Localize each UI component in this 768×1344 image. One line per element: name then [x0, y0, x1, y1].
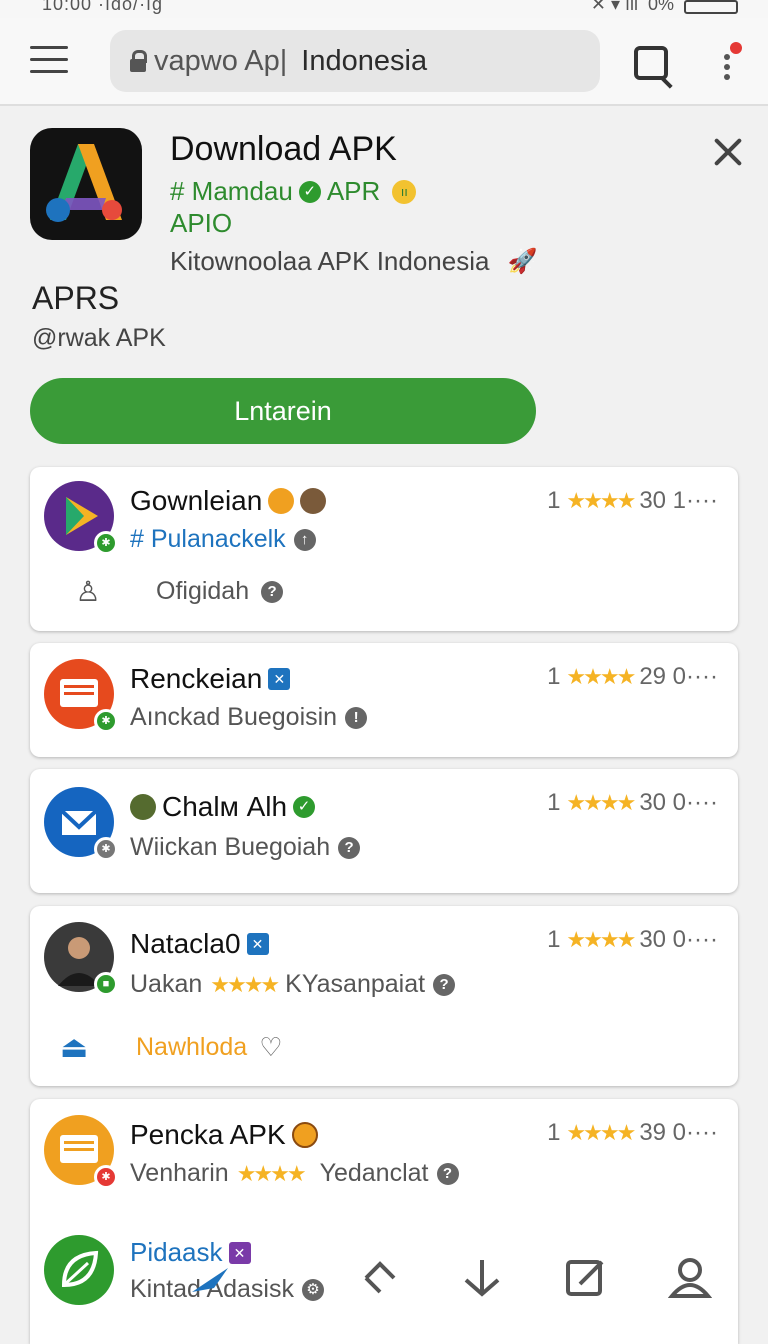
verified-check-icon: ✓ — [298, 180, 321, 203]
card-title: Chalм Alh ✓ — [130, 791, 316, 823]
app-name: APRS — [32, 280, 120, 316]
search-icon[interactable] — [634, 46, 668, 80]
card-title: Natacla0 ✕ — [130, 928, 269, 960]
header-description: Kitownoolaa APK Indonesia 🚀 — [170, 246, 537, 277]
list-item[interactable]: ✱ Renckeian ✕ Aınckad Buegoisin ! 1 ★★★★… — [30, 643, 738, 757]
rating: 1 ★★★★ 30 0···· — [547, 926, 718, 953]
tools-badge-icon: ✕ — [228, 1241, 251, 1264]
lock-icon — [130, 50, 147, 72]
battery-text: 0% — [647, 0, 674, 14]
rating: 1 ★★★★ 30 0···· — [547, 789, 718, 816]
close-icon[interactable] — [710, 134, 746, 170]
award-badge-icon: ıı — [392, 179, 417, 204]
avatar: ■ — [44, 922, 118, 996]
lock-icon: ⏏ — [60, 1031, 89, 1064]
emoji-icon — [268, 488, 295, 514]
verified-mini-icon: ■ — [94, 972, 118, 996]
star-rating-icon: ★★★★ — [566, 790, 636, 815]
list-item[interactable]: ✱ Gownleian # Pulanackelk ↑ 1 ★★★★ 30 1·… — [30, 467, 738, 631]
card-subtitle: # Pulanackelk ↑ — [130, 525, 316, 554]
info-icon: ! — [345, 706, 368, 729]
rating: 1 ★★★★ 29 0···· — [547, 663, 718, 690]
url-bar[interactable]: vapwo Ap| Indonesia — [110, 30, 600, 92]
avatar — [300, 488, 327, 514]
star-rating-icon: ★★★★ — [566, 1120, 636, 1145]
subtitle-text: # Mamdau — [170, 176, 293, 206]
star-rating-icon: ★★★★ — [566, 488, 636, 513]
app-icon: ✱ — [44, 659, 118, 733]
status-bar: 10:00 ·ıdo/·ıg ✕ ▾ ıll 0% — [0, 0, 768, 18]
star-rating-icon: ★★★★ — [566, 927, 636, 952]
rocket-icon: 🚀 — [507, 248, 538, 275]
heart-icon: ♡ — [259, 1032, 283, 1062]
header-subtitle-2: APIO — [170, 208, 233, 238]
card-action[interactable]: ♙ Ofigidah ? — [60, 575, 284, 608]
card-action[interactable]: ⏏ Nawhloda ♡ — [60, 1030, 283, 1065]
app-logo-icon — [30, 128, 142, 240]
header-subtitle: # Mamdau ✓ APR ıı — [170, 176, 417, 207]
wifi-icon: ✕ ▾ ıll — [590, 0, 638, 14]
profile-icon[interactable] — [667, 1256, 713, 1300]
browser-toolbar: vapwo Ap| Indonesia — [0, 18, 768, 106]
page-title: Download APK — [170, 130, 397, 168]
alert-mini-icon: ✱ — [94, 1165, 118, 1189]
list-item[interactable]: ✱ Pencka APK Venharin ★★★★ Yedanclat ? 1… — [30, 1099, 738, 1344]
download-icon[interactable] — [460, 1256, 504, 1300]
list-item[interactable]: ✱ Chalм Alh ✓ Wiickan Buegoiah ? 1 ★★★★ … — [30, 769, 738, 893]
app-icon: ✱ — [44, 1115, 118, 1189]
card-title: Gownleian — [130, 485, 327, 517]
app-icon: ✱ — [44, 481, 118, 555]
card-title: Renckeian ✕ — [130, 663, 291, 695]
card-subtitle: Aınckad Buegoisin ! — [130, 703, 368, 732]
card-subtitle: Wiickan Buegoiah ? — [130, 833, 361, 862]
status-time: 10:00 ·ıdo/·ıg — [42, 0, 164, 14]
rating: 1 ★★★★ 39 0···· — [547, 1119, 718, 1146]
more-menu-icon[interactable] — [716, 40, 746, 80]
help-icon: ? — [436, 1162, 459, 1185]
star-rating-icon: ★★★★ — [210, 971, 280, 997]
app-icon: ✱ — [44, 787, 118, 861]
card-subtitle: Venharin ★★★★ Yedanclat ? — [130, 1159, 459, 1188]
verified-check-icon: ✓ — [293, 796, 316, 818]
install-button[interactable]: Lntarein — [30, 378, 536, 444]
share-icon[interactable] — [358, 1256, 402, 1300]
card-title: Pencka APK — [130, 1119, 318, 1151]
cursor-arrow-icon — [192, 1268, 228, 1292]
subtitle-tag: APR — [326, 176, 381, 206]
battery-icon — [684, 0, 738, 14]
avatar — [130, 794, 156, 820]
info-icon: ↑ — [293, 528, 316, 551]
list-item[interactable]: ■ Natacla0 ✕ Uakan ★★★★ KYasanpaiat ? 1 … — [30, 906, 738, 1086]
url-prefix: vapwo Ap| — [154, 44, 288, 77]
verified-mini-icon: ✱ — [94, 709, 118, 733]
star-rating-icon: ★★★★ — [566, 664, 636, 689]
description-text: Kitownoolaa APK Indonesia — [170, 246, 490, 276]
hamburger-menu-icon[interactable] — [24, 40, 72, 80]
status-icons: ✕ ▾ ıll 0% — [591, 0, 738, 15]
settings-mini-icon: ✱ — [94, 837, 118, 861]
settings-icon: ⚙ — [302, 1278, 324, 1301]
link-title[interactable]: Pidaask ✕ — [130, 1237, 251, 1268]
developer-name: @rwak APK — [32, 324, 166, 352]
tools-badge-icon: ✕ — [246, 933, 269, 955]
edit-icon[interactable] — [564, 1256, 608, 1300]
star-rating-icon: ★★★★ — [236, 1160, 307, 1186]
url-host: Indonesia — [301, 44, 428, 77]
help-icon: ? — [261, 580, 284, 603]
notification-dot — [730, 42, 742, 54]
help-icon: ? — [433, 973, 456, 996]
rating: 1 ★★★★ 30 1···· — [547, 487, 718, 514]
tools-badge-icon: ✕ — [268, 668, 291, 690]
help-icon: ? — [338, 836, 361, 859]
leaf-app-icon[interactable] — [44, 1235, 114, 1305]
basketball-icon — [291, 1122, 318, 1148]
verified-mini-icon: ✱ — [94, 531, 118, 555]
user-icon: ♙ — [75, 576, 101, 607]
card-subtitle: Uakan ★★★★ KYasanpaiat ? — [130, 970, 456, 999]
